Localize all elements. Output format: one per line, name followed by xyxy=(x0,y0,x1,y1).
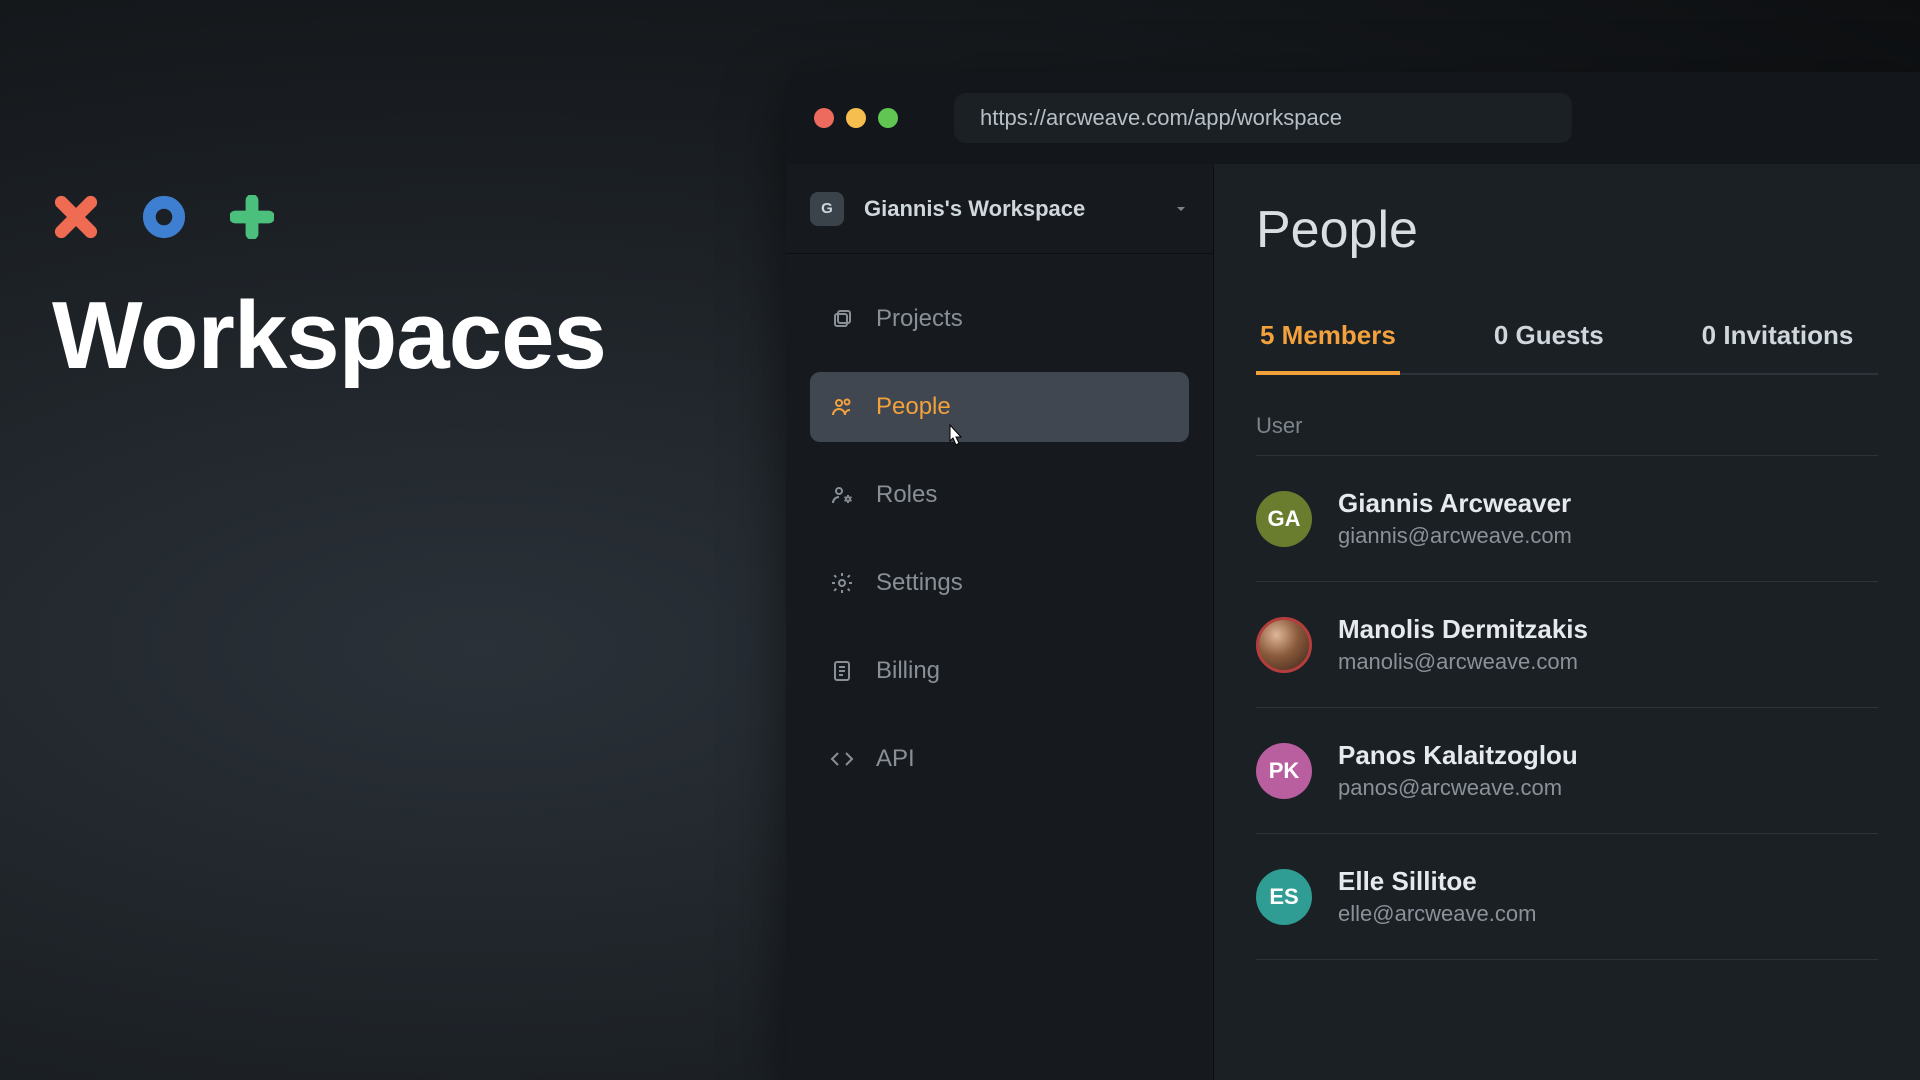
user-name: Manolis Dermitzakis xyxy=(1338,614,1588,645)
x-icon xyxy=(52,193,100,241)
url-bar[interactable]: https://arcweave.com/app/workspace xyxy=(954,93,1572,143)
user-row[interactable]: PK Panos Kalaitzoglou panos@arcweave.com xyxy=(1256,708,1878,834)
sidebar-item-people[interactable]: People xyxy=(810,372,1189,442)
app-window: https://arcweave.com/app/workspace G Gia… xyxy=(786,72,1920,1080)
user-email: elle@arcweave.com xyxy=(1338,901,1536,927)
sidebar-item-api[interactable]: API xyxy=(810,724,1189,794)
user-list: GA Giannis Arcweaver giannis@arcweave.com M… xyxy=(1256,456,1878,960)
avatar xyxy=(1256,617,1312,673)
user-email: manolis@arcweave.com xyxy=(1338,649,1588,675)
promo-block: Workspaces xyxy=(52,193,606,391)
url-text: https://arcweave.com/app/workspace xyxy=(980,105,1342,131)
roles-icon xyxy=(828,481,856,509)
sidebar-item-projects[interactable]: Projects xyxy=(810,284,1189,354)
user-name: Panos Kalaitzoglou xyxy=(1338,740,1578,771)
user-email: panos@arcweave.com xyxy=(1338,775,1578,801)
tab-label: 0 Guests xyxy=(1494,320,1604,350)
gear-icon xyxy=(828,569,856,597)
avatar: ES xyxy=(1256,869,1312,925)
user-email: giannis@arcweave.com xyxy=(1338,523,1572,549)
folder-icon xyxy=(828,305,856,333)
sidebar-item-label: Roles xyxy=(876,481,937,509)
user-info: Giannis Arcweaver giannis@arcweave.com xyxy=(1338,488,1572,549)
user-row[interactable]: Manolis Dermitzakis manolis@arcweave.com xyxy=(1256,582,1878,708)
avatar: GA xyxy=(1256,491,1312,547)
column-header-user: User xyxy=(1256,413,1878,456)
user-row[interactable]: GA Giannis Arcweaver giannis@arcweave.com xyxy=(1256,456,1878,582)
sidebar-item-label: API xyxy=(876,745,915,773)
sidebar-item-label: Billing xyxy=(876,657,940,685)
workspace-name: Giannis's Workspace xyxy=(864,196,1153,222)
sidebar-item-label: Projects xyxy=(876,305,963,333)
titlebar: https://arcweave.com/app/workspace xyxy=(786,72,1920,164)
sidebar-item-label: People xyxy=(876,393,951,421)
window-zoom-icon[interactable] xyxy=(878,108,898,128)
people-icon xyxy=(828,393,856,421)
sidebar-item-billing[interactable]: Billing xyxy=(810,636,1189,706)
user-row[interactable]: ES Elle Sillitoe elle@arcweave.com xyxy=(1256,834,1878,960)
user-info: Elle Sillitoe elle@arcweave.com xyxy=(1338,866,1536,927)
promo-title: Workspaces xyxy=(52,281,606,391)
avatar: PK xyxy=(1256,743,1312,799)
user-info: Manolis Dermitzakis manolis@arcweave.com xyxy=(1338,614,1588,675)
sidebar-item-label: Settings xyxy=(876,569,963,597)
receipt-icon xyxy=(828,657,856,685)
main-panel: People 5 Members 0 Guests 0 Invitations … xyxy=(1214,164,1920,1080)
sidebar-nav: Projects People Roles xyxy=(786,254,1213,824)
user-info: Panos Kalaitzoglou panos@arcweave.com xyxy=(1338,740,1578,801)
tab-members[interactable]: 5 Members xyxy=(1256,320,1400,373)
chevron-down-icon xyxy=(1173,201,1189,217)
tab-label: 5 Members xyxy=(1260,320,1396,350)
tab-guests[interactable]: 0 Guests xyxy=(1490,320,1608,373)
window-minimize-icon[interactable] xyxy=(846,108,866,128)
circle-icon xyxy=(140,193,188,241)
window-close-icon[interactable] xyxy=(814,108,834,128)
workspace-badge: G xyxy=(810,192,844,226)
plus-icon xyxy=(228,193,276,241)
user-name: Giannis Arcweaver xyxy=(1338,488,1572,519)
tab-label: 0 Invitations xyxy=(1702,320,1854,350)
sidebar: G Giannis's Workspace Projects People xyxy=(786,164,1214,1080)
user-name: Elle Sillitoe xyxy=(1338,866,1536,897)
code-icon xyxy=(828,745,856,773)
app-body: G Giannis's Workspace Projects People xyxy=(786,164,1920,1080)
tab-invitations[interactable]: 0 Invitations xyxy=(1698,320,1858,373)
sidebar-item-roles[interactable]: Roles xyxy=(810,460,1189,530)
page-title: People xyxy=(1256,200,1878,260)
workspace-switcher[interactable]: G Giannis's Workspace xyxy=(786,164,1213,254)
sidebar-item-settings[interactable]: Settings xyxy=(810,548,1189,618)
tabs: 5 Members 0 Guests 0 Invitations xyxy=(1256,320,1878,375)
promo-icon-row xyxy=(52,193,606,241)
